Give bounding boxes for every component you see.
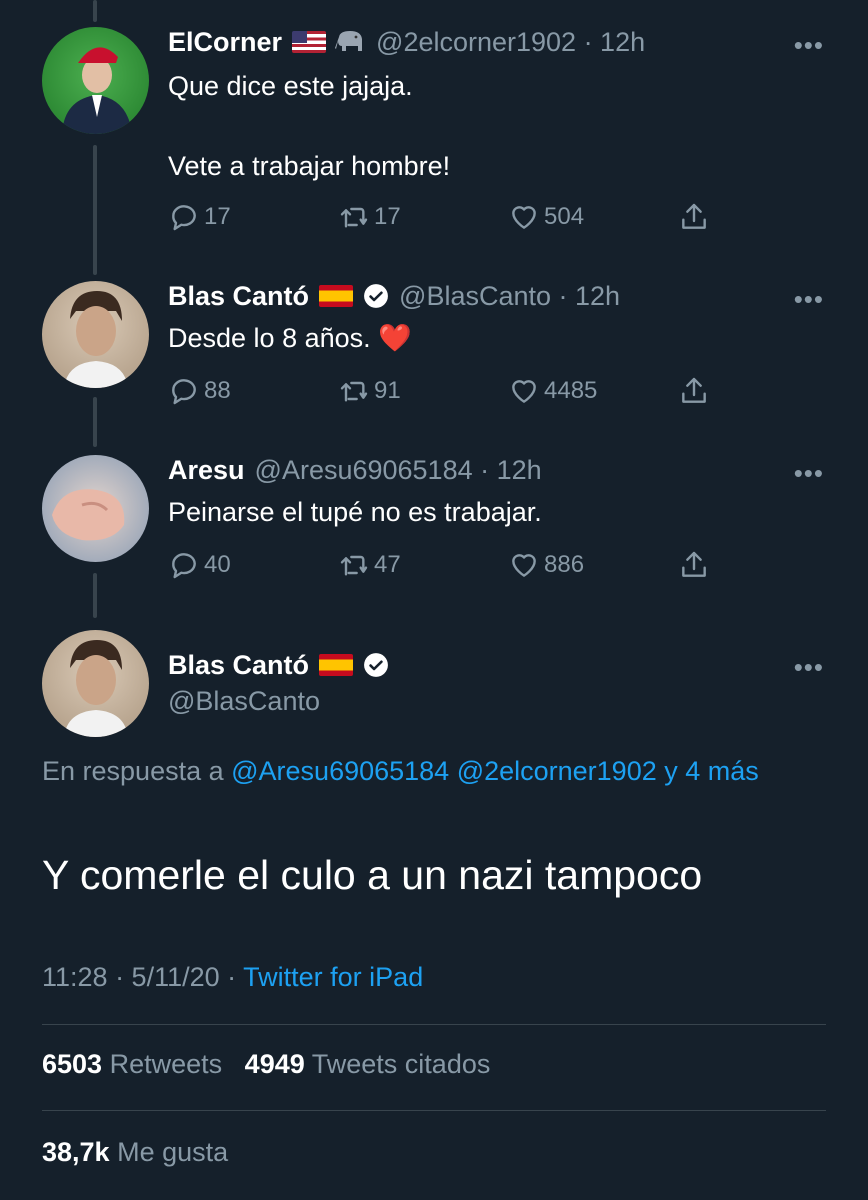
engagement-stats: 6503 Retweets 4949 Tweets citados — [42, 1049, 490, 1080]
more-icon[interactable]: ••• — [794, 652, 824, 683]
spain-flag-icon — [319, 654, 354, 676]
source-link[interactable]: Twitter for iPad — [243, 962, 423, 992]
verified-icon — [364, 653, 388, 677]
main-tweet: Blas Cantó @BlasCanto ••• En respuesta a… — [0, 0, 868, 1200]
tweet-meta: 11:28 · 5/11/20 · Twitter for iPad — [42, 962, 423, 993]
quote-label: Tweets citados — [311, 1049, 491, 1079]
divider — [42, 1024, 826, 1025]
reply-context: En respuesta a @Aresu69065184 @2elcorner… — [42, 750, 832, 793]
retweet-label: Retweets — [109, 1049, 223, 1079]
quotes-stat[interactable]: 4949 Tweets citados — [245, 1049, 491, 1079]
like-total: 38,7k — [42, 1137, 110, 1167]
quote-total: 4949 — [244, 1049, 305, 1079]
retweets-stat[interactable]: 6503 Retweets — [42, 1049, 222, 1079]
reply-prefix: En respuesta a — [42, 756, 232, 786]
like-label: Me gusta — [117, 1137, 229, 1167]
display-name[interactable]: Blas Cantó — [168, 650, 309, 681]
timestamp[interactable]: 11:28 · 5/11/20 · — [42, 962, 243, 992]
avatar[interactable] — [42, 630, 149, 737]
reply-mentions-link[interactable]: @Aresu69065184 @2elcorner1902 y 4 más — [231, 756, 759, 786]
likes-stat[interactable]: 38,7k Me gusta — [42, 1137, 228, 1168]
handle[interactable]: @BlasCanto — [168, 686, 320, 717]
tweet-text: Y comerle el culo a un nazi tampoco — [42, 852, 703, 898]
divider — [42, 1110, 826, 1111]
retweet-total: 6503 — [42, 1049, 103, 1079]
